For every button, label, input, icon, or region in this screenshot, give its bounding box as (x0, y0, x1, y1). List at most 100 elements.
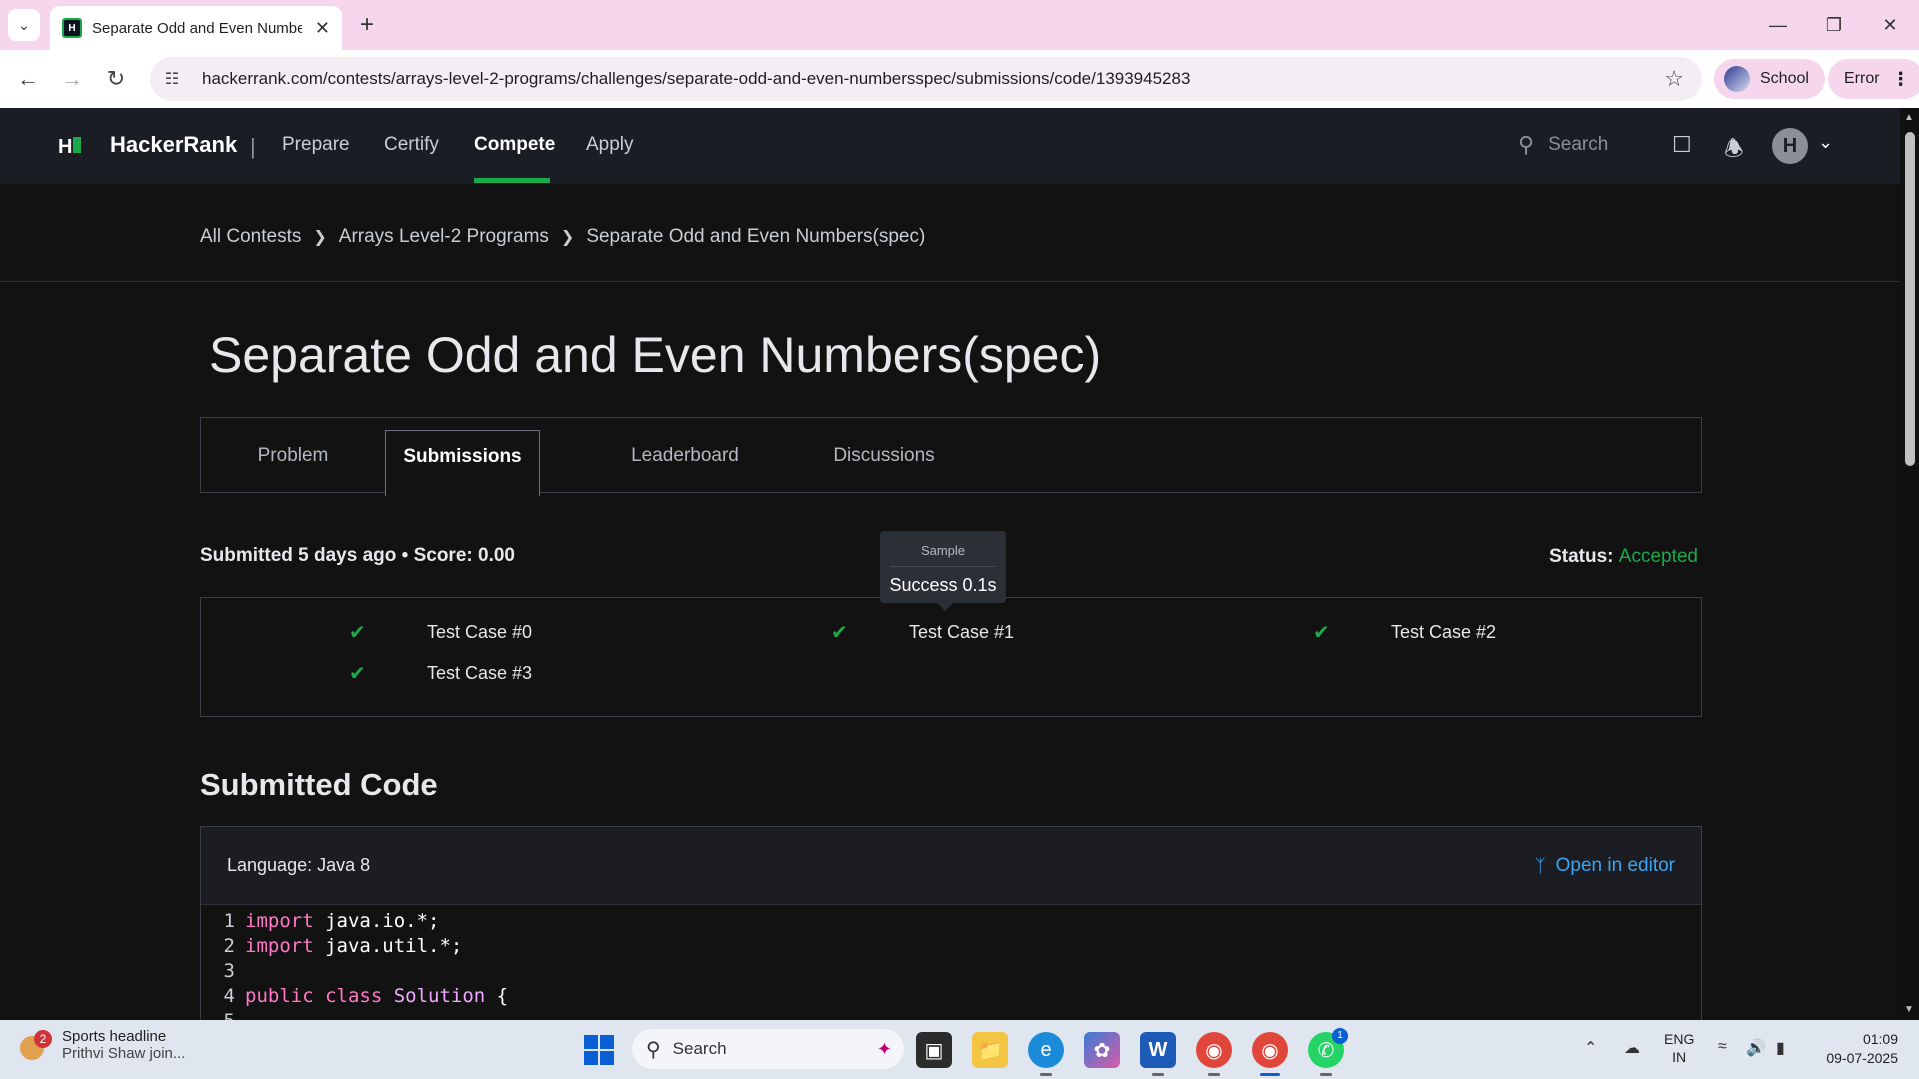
line-number: 2 (223, 935, 235, 957)
brand-name[interactable]: HackerRank (110, 132, 237, 158)
system-clock[interactable]: 01:09 09-07-2025 (1818, 1030, 1898, 1068)
submitted-code-title: Submitted Code (200, 767, 438, 802)
branch-icon: ᛉ (1534, 855, 1546, 876)
url-text[interactable]: hackerrank.com/contests/arrays-level-2-p… (202, 69, 1190, 89)
nav-compete[interactable]: Compete (474, 134, 555, 156)
user-avatar[interactable]: H (1772, 128, 1808, 164)
word-icon[interactable]: W (1140, 1032, 1176, 1076)
header-divider: | (250, 134, 256, 159)
volume-icon[interactable]: 🔊 (1746, 1038, 1766, 1058)
nav-certify[interactable]: Certify (384, 134, 439, 156)
tab-discussions[interactable]: Discussions (801, 418, 967, 494)
profile-button[interactable]: School (1714, 59, 1825, 99)
tooltip-value: Success 0.1s (889, 575, 997, 595)
back-button[interactable]: ← (12, 63, 44, 95)
hackerrank-favicon-icon: H (62, 18, 82, 38)
line-number: 4 (223, 985, 235, 1007)
close-tab-icon[interactable]: ✕ (315, 18, 330, 39)
code-body[interactable]: 1 import java.io.*; 2 import java.util.*… (201, 905, 1701, 1020)
chevron-down-icon: ⌄ (18, 16, 30, 33)
news-title: Sports headline (62, 1028, 167, 1045)
page-title: Separate Odd and Even Numbers(spec) (209, 327, 1102, 383)
code-line: 3 (201, 959, 1701, 984)
test-case-0[interactable]: ✔ Test Case #0 (349, 620, 532, 645)
active-nav-indicator (474, 178, 550, 183)
bookmark-star-icon[interactable]: ☆ (1664, 66, 1684, 92)
reload-button[interactable]: ↻ (100, 63, 132, 95)
code-text: { (485, 985, 509, 1007)
site-header: H HackerRank | Prepare Certify Compete A… (0, 108, 1900, 184)
challenge-tabs: Problem Submissions Leaderboard Discussi… (200, 417, 1702, 496)
whatsapp-badge: 1 (1332, 1028, 1348, 1044)
browser-tab-active[interactable]: H Separate Odd and Even Numbe ✕ (50, 6, 342, 50)
tab-search-button[interactable]: ⌄ (8, 9, 40, 41)
task-view-icon[interactable]: ▣ (916, 1032, 952, 1068)
error-menu-button[interactable]: Error ⋮ (1828, 59, 1919, 99)
site-info-icon[interactable]: ☷ (156, 63, 188, 95)
line-number: 5 (201, 1009, 235, 1020)
code-text: java.io.*; (313, 910, 440, 932)
code-keyword: public class (245, 985, 383, 1007)
test-case-label: Test Case #3 (427, 663, 533, 683)
forward-button[interactable]: → (56, 63, 88, 95)
chevron-down-icon[interactable]: ⌄ (1818, 132, 1833, 153)
header-search[interactable]: ⚲ Search (1518, 132, 1608, 158)
close-window-button[interactable]: ✕ (1870, 8, 1910, 42)
wifi-icon[interactable]: ≈ (1718, 1038, 1727, 1056)
start-button-windows-icon[interactable] (584, 1035, 614, 1065)
minimize-button[interactable]: — (1758, 8, 1798, 42)
status-label: Status: (1549, 546, 1614, 567)
hackerrank-logo-icon[interactable]: H (58, 134, 82, 159)
edge-browser-icon[interactable]: e (1028, 1032, 1064, 1076)
file-explorer-icon[interactable]: 📁 (972, 1032, 1008, 1068)
nav-apply[interactable]: Apply (586, 134, 634, 156)
address-bar[interactable]: ☷ hackerrank.com/contests/arrays-level-2… (150, 57, 1702, 101)
error-label: Error (1844, 70, 1880, 87)
onedrive-cloud-icon[interactable]: ☁ (1624, 1038, 1640, 1058)
open-in-editor-link[interactable]: ᛉ Open in editor (1535, 855, 1675, 877)
tab-leaderboard[interactable]: Leaderboard (601, 418, 769, 494)
taskbar-search[interactable]: ⚲ Search ✦ (632, 1029, 904, 1069)
test-case-3[interactable]: ✔ Test Case #3 (349, 661, 532, 686)
lang-line-1: ENG (1664, 1031, 1695, 1047)
tab-title: Separate Odd and Even Numbe (92, 19, 302, 37)
copilot-icon[interactable]: ✿ (1084, 1032, 1120, 1068)
scroll-down-icon[interactable]: ▼ (1904, 1004, 1914, 1015)
page-scrollbar[interactable]: ▲ ▼ (1900, 108, 1919, 1020)
notifications-bell-icon[interactable]: 🕭 (1724, 132, 1744, 170)
clock-time: 01:09 (1862, 1031, 1898, 1047)
search-placeholder: Search (1548, 134, 1609, 155)
breadcrumb-contest[interactable]: Arrays Level-2 Programs (339, 226, 549, 248)
scroll-thumb[interactable] (1905, 132, 1915, 466)
search-icon: ⚲ (646, 1038, 661, 1061)
scroll-up-icon[interactable]: ▲ (1904, 112, 1914, 123)
battery-icon[interactable]: ▮ (1776, 1038, 1785, 1058)
news-badge: 2 (34, 1030, 52, 1048)
tab-problem[interactable]: Problem (201, 418, 385, 494)
test-case-2[interactable]: ✔ Test Case #2 (1313, 620, 1496, 645)
breadcrumb-all-contests[interactable]: All Contests (200, 226, 301, 248)
chrome-profile-icon[interactable]: ◉ (1252, 1032, 1288, 1076)
status-badge: Accepted (1618, 546, 1698, 567)
test-case-tooltip: Sample Success 0.1s (880, 531, 1006, 611)
chevron-up-icon[interactable]: ⌃ (1584, 1038, 1597, 1058)
profile-label: School (1760, 70, 1809, 87)
restore-button[interactable]: ❐ (1814, 8, 1854, 42)
whatsapp-icon[interactable]: ✆ 1 (1308, 1028, 1348, 1076)
test-case-1[interactable]: ✔ Test Case #1 (831, 620, 1014, 645)
breadcrumb-challenge[interactable]: Separate Odd and Even Numbers(spec) (586, 226, 925, 248)
test-case-label: Test Case #1 (909, 622, 1015, 642)
news-subtitle: Prithvi Shaw join... (62, 1045, 186, 1062)
test-case-label: Test Case #0 (427, 622, 533, 642)
chrome-icon[interactable]: ◉ (1196, 1032, 1232, 1076)
browser-toolbar: ← → ↻ ☷ hackerrank.com/contests/arrays-l… (0, 50, 1919, 108)
messages-icon[interactable]: ☐ (1672, 132, 1692, 158)
news-widget[interactable]: 2 Sports headline Prithvi Shaw join... (20, 1028, 185, 1062)
check-icon: ✔ (1313, 622, 1330, 644)
os-taskbar: 2 Sports headline Prithvi Shaw join... ⚲… (0, 1020, 1919, 1079)
tab-submissions[interactable]: Submissions (385, 430, 540, 496)
nav-prepare[interactable]: Prepare (282, 134, 350, 156)
language-indicator[interactable]: ENG IN (1664, 1030, 1694, 1066)
new-tab-button[interactable]: + (352, 10, 382, 40)
clock-date: 09-07-2025 (1826, 1050, 1898, 1066)
